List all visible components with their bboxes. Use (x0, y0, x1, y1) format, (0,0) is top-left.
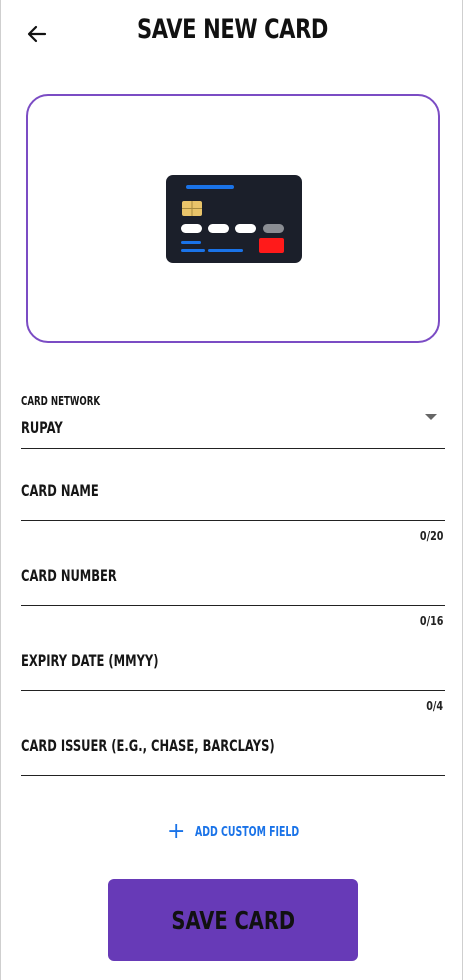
card-network-label: CARD NETWORK (21, 394, 101, 408)
card-number-field[interactable]: CARD NUMBER (21, 555, 445, 606)
card-number-counter: 0/16 (419, 614, 443, 628)
dropdown-arrow-icon[interactable] (425, 414, 437, 420)
save-card-button[interactable]: SAVE CARD (108, 879, 358, 961)
card-issuer-field[interactable]: CARD ISSUER (E.G., CHASE, BARCLAYS) (21, 725, 445, 776)
save-card-label: SAVE CARD (171, 905, 295, 935)
expiry-date-counter: 0/4 (426, 699, 443, 713)
add-custom-field-label: ADD CUSTOM FIELD (195, 824, 300, 840)
plus-icon: + (167, 819, 186, 844)
arrow-left-icon (27, 25, 47, 43)
back-button[interactable] (21, 18, 53, 50)
card-issuer-label: CARD ISSUER (E.G., CHASE, BARCLAYS) (21, 736, 275, 755)
card-preview (26, 94, 440, 343)
app-header: SAVE NEW CARD (1, 0, 463, 70)
card-network-select[interactable]: CARD NETWORK RUPAY (21, 386, 445, 449)
add-custom-field-button[interactable]: + ADD CUSTOM FIELD (167, 820, 340, 844)
expiry-date-label: EXPIRY DATE (MMYY) (21, 651, 159, 670)
card-name-counter: 0/20 (419, 529, 443, 543)
card-network-value: RUPAY (21, 418, 63, 437)
card-name-label: CARD NAME (21, 481, 99, 500)
card-number-label: CARD NUMBER (21, 566, 117, 585)
card-name-field[interactable]: CARD NAME (21, 470, 445, 521)
expiry-date-field[interactable]: EXPIRY DATE (MMYY) (21, 640, 445, 691)
page-title: SAVE NEW CARD (136, 14, 329, 45)
credit-card-icon (166, 175, 302, 263)
